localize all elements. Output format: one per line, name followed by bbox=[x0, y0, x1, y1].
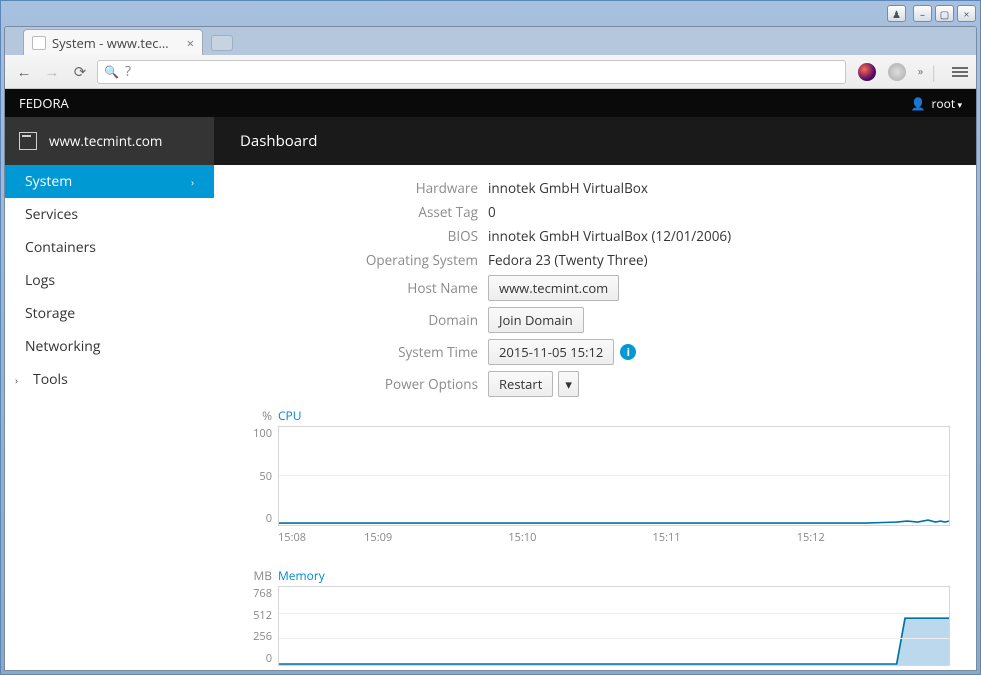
sidebar-item-label: Logs bbox=[25, 271, 55, 290]
memory-chart: MB Memory 768 512 256 0 bbox=[240, 567, 950, 670]
sidebar: System › Services Containers Logs bbox=[5, 165, 214, 670]
cpu-plotarea bbox=[278, 426, 950, 526]
power-options-dropdown[interactable]: ▾ bbox=[558, 371, 579, 397]
system-time-button[interactable]: 2015-11-05 15:12 bbox=[488, 339, 614, 365]
sidebar-item-system[interactable]: System › bbox=[5, 165, 214, 198]
host-switcher[interactable]: www.tecmint.com bbox=[5, 117, 214, 165]
sidebar-item-services[interactable]: Services bbox=[5, 198, 214, 231]
sidebar-item-networking[interactable]: Networking bbox=[5, 330, 214, 363]
system-details: Hardware innotek GmbH VirtualBox Asset T… bbox=[240, 179, 950, 397]
new-tab-button[interactable] bbox=[211, 35, 233, 51]
cpu-xaxis: 15:08 15:09 15:10 15:11 15:12 bbox=[278, 530, 950, 545]
sidebar-item-label: Storage bbox=[25, 304, 75, 323]
chevron-right-icon: › bbox=[15, 373, 29, 387]
browser-toolbar: ← → ⟳ 🔍 ? » | bbox=[5, 55, 976, 89]
window-titlebar: ♟ – ▢ × bbox=[1, 1, 980, 26]
favicon-icon bbox=[32, 36, 46, 50]
reload-button[interactable]: ⟳ bbox=[69, 61, 91, 83]
overflow-icon[interactable]: » bbox=[918, 64, 923, 79]
window-maximize-button[interactable]: ▢ bbox=[935, 5, 954, 22]
label-hardware: Hardware bbox=[240, 179, 488, 197]
cpu-unit: % bbox=[240, 407, 278, 424]
omnibox[interactable]: 🔍 ? bbox=[97, 60, 846, 84]
sidebar-item-label: Networking bbox=[25, 337, 100, 356]
sidebar-item-logs[interactable]: Logs bbox=[5, 264, 214, 297]
sidebar-item-label: Tools bbox=[33, 370, 68, 389]
label-domain: Domain bbox=[240, 311, 488, 329]
browser-tabstrip: System - www.tec… × bbox=[5, 27, 976, 55]
memory-plotarea bbox=[278, 586, 950, 666]
label-operating-system: Operating System bbox=[240, 251, 488, 269]
label-asset-tag: Asset Tag bbox=[240, 203, 488, 221]
sidebar-item-label: Containers bbox=[25, 238, 96, 257]
sidebar-item-label: Services bbox=[25, 205, 78, 224]
cpu-chart: % CPU 100 50 0 bbox=[240, 407, 950, 545]
label-host-name: Host Name bbox=[240, 279, 488, 297]
memory-unit: MB bbox=[240, 567, 278, 584]
cpu-series bbox=[279, 520, 949, 523]
hamburger-menu-icon[interactable] bbox=[952, 67, 968, 77]
sidebar-group-tools[interactable]: › Tools bbox=[5, 363, 214, 396]
label-bios: BIOS bbox=[240, 227, 488, 245]
value-bios: innotek GmbH VirtualBox (12/01/2006) bbox=[488, 227, 950, 245]
join-domain-button[interactable]: Join Domain bbox=[488, 307, 584, 333]
tab-close-icon[interactable]: × bbox=[187, 34, 194, 52]
omnibox-text: ? bbox=[125, 62, 131, 81]
tab-title: System - www.tec… bbox=[52, 34, 169, 52]
cpu-link[interactable]: CPU bbox=[278, 407, 302, 424]
search-icon: 🔍 bbox=[104, 63, 119, 80]
page-title: Dashboard bbox=[214, 131, 317, 151]
brand-label: FEDORA bbox=[19, 94, 69, 112]
restart-button[interactable]: Restart bbox=[488, 371, 553, 397]
cpu-yaxis: 100 50 0 bbox=[240, 426, 278, 526]
value-hardware: innotek GmbH VirtualBox bbox=[488, 179, 950, 197]
extension-icon-1[interactable] bbox=[858, 63, 876, 81]
memory-yaxis: 768 512 256 0 bbox=[240, 586, 278, 666]
forward-button[interactable]: → bbox=[41, 61, 63, 83]
sidebar-item-label: System bbox=[25, 172, 72, 191]
browser-tab[interactable]: System - www.tec… × bbox=[23, 29, 203, 55]
main-panel: Hardware innotek GmbH VirtualBox Asset T… bbox=[214, 165, 976, 670]
window-minimize-button[interactable]: – bbox=[913, 5, 932, 22]
label-power-options: Power Options bbox=[240, 375, 488, 393]
memory-link[interactable]: Memory bbox=[278, 567, 325, 584]
app-topbar: FEDORA 👤 root bbox=[5, 89, 976, 117]
user-icon: 👤 bbox=[911, 95, 926, 112]
app-subheader: www.tecmint.com Dashboard bbox=[5, 117, 976, 165]
window-close-button[interactable]: × bbox=[957, 5, 976, 22]
memory-series bbox=[279, 618, 949, 664]
chevron-right-icon: › bbox=[191, 175, 194, 189]
value-asset-tag: 0 bbox=[488, 203, 950, 221]
info-icon[interactable]: i bbox=[620, 344, 636, 360]
user-indicator-icon: ♟ bbox=[887, 5, 906, 22]
extension-icon-2[interactable] bbox=[888, 63, 906, 81]
sidebar-item-containers[interactable]: Containers bbox=[5, 231, 214, 264]
label-system-time: System Time bbox=[240, 343, 488, 361]
back-button[interactable]: ← bbox=[13, 61, 35, 83]
host-icon bbox=[19, 132, 37, 150]
sidebar-item-storage[interactable]: Storage bbox=[5, 297, 214, 330]
host-name-button[interactable]: www.tecmint.com bbox=[488, 275, 619, 301]
host-name: www.tecmint.com bbox=[49, 132, 162, 150]
value-operating-system: Fedora 23 (Twenty Three) bbox=[488, 251, 950, 269]
user-menu[interactable]: root bbox=[932, 95, 962, 112]
memory-series-fill bbox=[279, 618, 949, 665]
